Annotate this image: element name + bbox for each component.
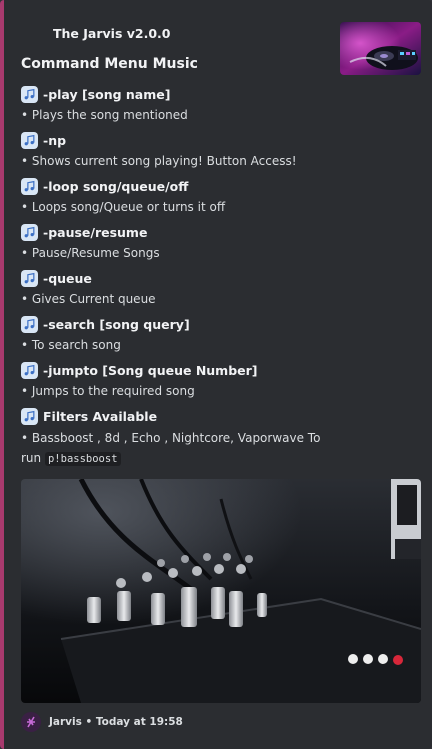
field-filters: Filters Available • Bassboost , 8d , Ech… <box>21 406 321 466</box>
embed-author: The Jarvis v2.0.0 <box>53 26 171 41</box>
field-name: -np <box>43 132 67 148</box>
field-search: -search [song query] • To search song <box>21 314 321 360</box>
musical-note-icon <box>21 223 38 241</box>
music-command-embed: The Jarvis v2.0.0 Command Menu Music -pl… <box>0 0 432 749</box>
musical-note-icon <box>21 315 38 333</box>
embed-fields: -play [song name] • Plays the song menti… <box>21 84 321 466</box>
field-name: Filters Available <box>43 408 158 424</box>
field-name: -jumpto [Song queue Number] <box>43 362 258 378</box>
field-value: • Plays the song mentioned <box>21 108 188 122</box>
field-name: -search [song query] <box>43 316 190 332</box>
field-value: • To search song <box>21 338 121 352</box>
musical-note-icon <box>21 407 38 425</box>
musical-note-icon <box>21 269 38 287</box>
footer-text: Jarvis • Today at 19:58 <box>49 716 183 728</box>
field-np: -np • Shows current song playing! Button… <box>21 130 321 176</box>
field-value: • Pause/Resume Songs <box>21 246 160 260</box>
musical-note-icon <box>21 85 38 103</box>
dj-turntable-thumbnail[interactable] <box>340 22 421 75</box>
inline-code: p!bassboost <box>44 452 121 466</box>
field-queue: -queue • Gives Current queue <box>21 268 321 314</box>
field-value: • Loops song/Queue or turns it off <box>21 200 226 214</box>
field-value: • Jumps to the required song <box>21 384 195 398</box>
field-value: • Shows current song playing! Button Acc… <box>21 154 297 168</box>
embed-footer: Jarvis • Today at 19:58 <box>21 712 183 732</box>
audio-mixer-image[interactable] <box>21 479 421 703</box>
musical-note-icon <box>21 131 38 149</box>
field-play: -play [song name] • Plays the song menti… <box>21 84 321 130</box>
field-name: -loop song/queue/off <box>43 178 189 194</box>
field-name: -pause/resume <box>43 224 148 240</box>
embed-title: Command Menu Music <box>21 56 198 72</box>
field-loop: -loop song/queue/off • Loops song/Queue … <box>21 176 321 222</box>
field-name: -play [song name] <box>43 86 171 102</box>
field-value: • Gives Current queue <box>21 292 156 306</box>
field-pause-resume: -pause/resume • Pause/Resume Songs <box>21 222 321 268</box>
jarvis-avatar-icon <box>21 712 41 732</box>
musical-note-icon <box>21 361 38 379</box>
field-jumpto: -jumpto [Song queue Number] • Jumps to t… <box>21 360 321 406</box>
musical-note-icon <box>21 177 38 195</box>
field-name: -queue <box>43 270 92 286</box>
field-value: • Bassboost , 8d , Echo , Nightcore, Vap… <box>21 428 326 469</box>
